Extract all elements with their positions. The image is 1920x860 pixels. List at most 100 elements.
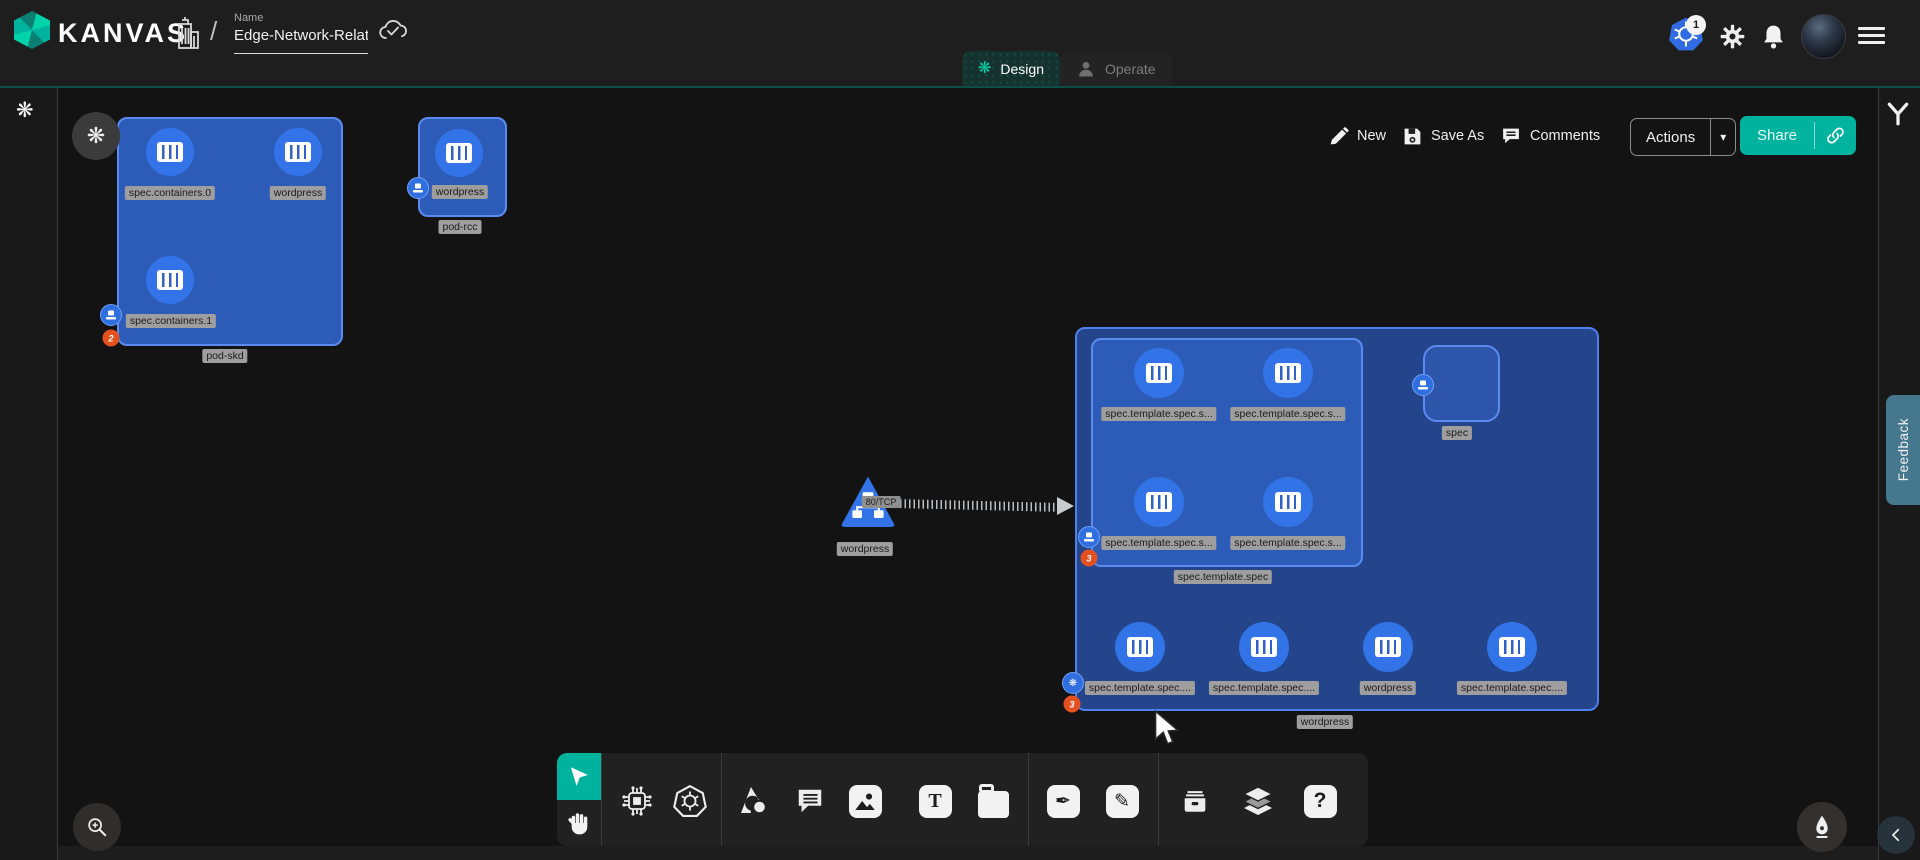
actions-label[interactable]: Actions [1631, 119, 1710, 155]
archive-tool-button[interactable] [1175, 781, 1215, 821]
node-container-template-1[interactable] [1263, 348, 1313, 398]
deployment-kind-badge [1062, 672, 1084, 694]
edge-label: 80/TCP [862, 496, 901, 508]
group-label: pod-skd [202, 349, 247, 363]
operate-person-icon [1076, 59, 1096, 79]
design-name-input[interactable]: Edge-Network-Relatio [234, 27, 368, 54]
new-button[interactable]: New [1328, 118, 1386, 154]
save-status-cloud-icon[interactable] [378, 18, 408, 44]
group-label: pod-rcc [438, 220, 481, 234]
drawer-icon [1179, 786, 1211, 816]
layers-tool-button[interactable] [1238, 781, 1278, 821]
image-tool-button[interactable] [845, 781, 885, 821]
tab-operate[interactable]: Operate [1060, 51, 1172, 86]
node-container-wordpress-2[interactable] [435, 129, 483, 177]
node-label: spec [1442, 426, 1472, 440]
canvas-quick-actions-button[interactable] [72, 112, 120, 160]
node-container-bottom-3[interactable] [1487, 622, 1537, 672]
freehand-draw-tool-button[interactable] [1102, 781, 1142, 821]
text-tool-button[interactable] [915, 781, 955, 821]
tab-design[interactable]: Design [962, 51, 1060, 86]
comments-button[interactable]: Comments [1500, 118, 1600, 154]
context-count-badge: 1 [1686, 15, 1706, 35]
container-icon [1275, 492, 1301, 512]
breadcrumb-separator: / [210, 16, 217, 47]
node-container-spec-containers-0[interactable] [146, 128, 194, 176]
node-container-spec-containers-1[interactable] [146, 256, 194, 304]
magnifier-plus-icon [85, 815, 109, 839]
pod-kind-badge [100, 304, 122, 326]
chip-icon [621, 785, 653, 817]
kanvas-logo-icon[interactable] [14, 11, 50, 49]
node-container-bottom-0[interactable] [1115, 622, 1165, 672]
zoom-button[interactable] [73, 803, 121, 851]
settings-button[interactable] [1718, 22, 1746, 50]
collapsed-count-badge[interactable]: 3 [1081, 550, 1098, 567]
text-icon [919, 785, 952, 818]
pan-tool-button[interactable] [557, 800, 601, 846]
kubernetes-tool-button[interactable] [670, 781, 710, 821]
save-as-button[interactable]: Save As [1402, 118, 1484, 154]
question-icon [1304, 785, 1337, 818]
node-container-wordpress-1[interactable] [274, 128, 322, 176]
node-label: wordpress [432, 185, 488, 199]
help-tool-button[interactable] [1300, 781, 1340, 821]
container-icon [1251, 637, 1277, 657]
container-icon [1499, 637, 1525, 657]
gear-icon [1719, 23, 1746, 50]
group-label: wordpress [1297, 715, 1353, 729]
design-name-field: Name Edge-Network-Relatio [234, 12, 368, 54]
kubernetes-helm-icon [673, 784, 707, 818]
container-icon [1375, 637, 1401, 657]
left-sidebar [0, 86, 58, 860]
pod-kind-badge [1412, 374, 1434, 396]
node-label: spec.template.spec.s... [1101, 407, 1216, 421]
feedback-button[interactable]: Feedback [1886, 395, 1920, 505]
share-button[interactable]: Share [1740, 116, 1856, 155]
node-label: wordpress [270, 186, 326, 200]
sticky-note-icon [978, 791, 1009, 818]
collapse-right-panel-button[interactable] [1877, 816, 1915, 854]
container-icon [285, 142, 311, 162]
share-link-icon[interactable] [1815, 116, 1856, 155]
container-icon [1146, 492, 1172, 512]
shapes-icon [738, 785, 770, 817]
actions-dropdown-caret[interactable] [1711, 119, 1735, 155]
node-spec[interactable] [1423, 345, 1500, 422]
kubernetes-context-switcher[interactable]: 1 [1668, 16, 1712, 56]
node-container-template-0[interactable] [1134, 348, 1184, 398]
node-container-template-3[interactable] [1263, 477, 1313, 527]
menu-button[interactable] [1858, 27, 1885, 44]
bottom-strip [0, 846, 1920, 860]
whiteboard-pen-button[interactable] [1797, 802, 1847, 852]
node-container-bottom-2[interactable] [1363, 622, 1413, 672]
sticky-note-tool-button[interactable] [973, 781, 1013, 821]
y-tool-icon[interactable] [1885, 101, 1911, 127]
collapsed-count-badge[interactable]: 3 [1064, 696, 1081, 713]
edge-service-to-deployment [900, 499, 1058, 512]
node-container-bottom-1[interactable] [1239, 622, 1289, 672]
actions-button[interactable]: Actions [1630, 118, 1736, 156]
collapsed-count-badge[interactable]: 2 [103, 330, 120, 347]
comment-tool-button[interactable] [790, 781, 830, 821]
group-spec-template-spec[interactable] [1091, 338, 1363, 567]
tab-design-label: Design [1000, 61, 1044, 77]
chevron-left-icon [1887, 826, 1905, 844]
brand-name: KANVAS [58, 18, 188, 49]
workspace-building-icon[interactable] [172, 15, 202, 53]
notifications-button[interactable] [1759, 22, 1787, 50]
node-label: wordpress [1360, 681, 1416, 695]
edge-arrowhead-icon [1057, 497, 1074, 515]
shapes-tool-button[interactable] [734, 781, 774, 821]
mode-tabs: Design Operate [962, 51, 1172, 86]
node-container-template-2[interactable] [1134, 477, 1184, 527]
user-avatar[interactable] [1801, 14, 1846, 59]
select-tool-button[interactable] [557, 753, 601, 800]
node-label: spec.containers.1 [126, 314, 216, 328]
pen-tool-button[interactable] [1043, 781, 1083, 821]
share-label[interactable]: Share [1740, 116, 1814, 155]
pod-kind-badge [1078, 526, 1100, 548]
components-tool-button[interactable] [617, 781, 657, 821]
design-spiral-icon [978, 61, 991, 77]
node-label: spec.template.spec.... [1457, 681, 1567, 695]
